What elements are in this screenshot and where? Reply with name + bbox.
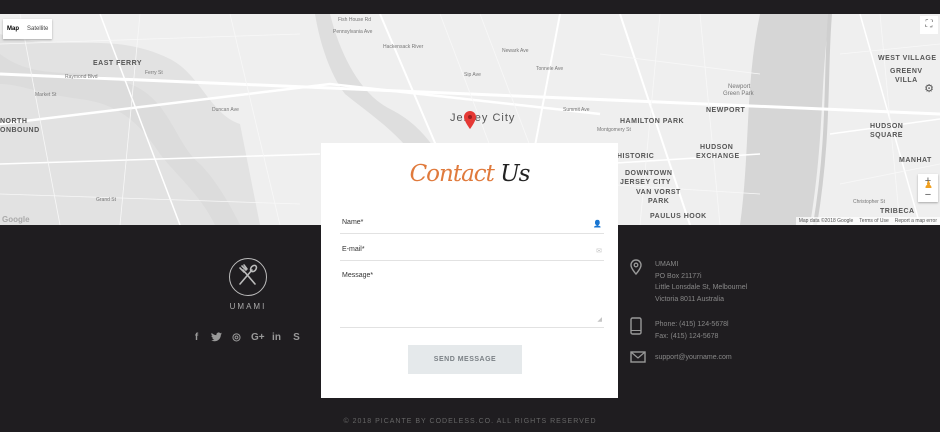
map-label: JERSEY CITY: [620, 179, 671, 186]
map-street: Market St: [35, 92, 57, 98]
map-label: PARK: [648, 198, 670, 205]
phone-text: Phone: (415) 124-5678l Fax: (415) 124-56…: [655, 319, 729, 342]
utensils-icon: [239, 264, 258, 285]
address-text: UMAMI PO Box 21177i Little Lonsdale St, …: [655, 259, 747, 305]
envelope-small-icon: ✉: [596, 248, 602, 255]
map-label: GREENV: [890, 68, 923, 75]
map-label: HAMILTON PARK: [620, 118, 685, 125]
copyright-text: © 2018 PICANTE BY CODELESS.CO. ALL RIGHT…: [343, 418, 597, 425]
email-link[interactable]: support@yourname.com: [655, 352, 732, 364]
map-street: Sip Ave: [464, 72, 481, 78]
contact-title-second: Us: [493, 161, 530, 187]
contact-card: Contact Us Name* 👤 E-mail* ✉ Message* ◢ …: [321, 143, 618, 398]
map-city-label: Jersey City: [450, 112, 516, 124]
address-block: UMAMI PO Box 21177i Little Lonsdale St, …: [630, 259, 747, 303]
facebook-icon[interactable]: f: [191, 332, 202, 345]
map-marker-icon: [630, 259, 642, 275]
brand-logo: [229, 258, 267, 296]
email-label: E-mail*: [342, 246, 365, 253]
map-label: EAST FERRY: [93, 60, 143, 67]
instagram-icon[interactable]: ◎: [231, 332, 242, 345]
map-street: Montgomery St: [597, 127, 631, 133]
map-label: PAULUS HOOK: [650, 213, 707, 220]
linkedin-icon[interactable]: in: [271, 332, 282, 345]
map-data-text: Map data ©2018 Google: [798, 218, 854, 224]
google-plus-icon[interactable]: G+: [251, 332, 265, 345]
gear-icon[interactable]: ⚙: [920, 80, 938, 98]
map-street: Duncan Ave: [212, 107, 239, 113]
map-label: HUDSON: [870, 123, 904, 130]
name-label: Name*: [342, 219, 364, 226]
map-type-map[interactable]: Map: [3, 19, 23, 39]
phone-block: Phone: (415) 124-5678l Fax: (415) 124-56…: [630, 317, 729, 340]
social-links: f ◎ G+ in S: [191, 332, 302, 345]
map-label: NORTH: [0, 118, 28, 125]
brand-name: UMAMI: [229, 302, 267, 311]
address-line: UMAMI: [655, 261, 679, 268]
map-label: NEWPORT: [706, 107, 746, 114]
map-attribution: Map data ©2018 Google Terms of Use Repor…: [795, 217, 940, 225]
map-street: Hackensack River: [383, 44, 424, 50]
report-error-link[interactable]: Report a map error: [895, 218, 937, 224]
map-street: Fish House Rd: [338, 17, 372, 23]
map-street: Raymond Blvd: [65, 74, 98, 80]
name-field[interactable]: Name* 👤: [340, 219, 604, 234]
map-street: Pennsylvania Ave: [333, 29, 373, 35]
google-logo: Google: [2, 215, 30, 224]
map-label: Green Park: [723, 91, 754, 97]
map-street: Summit Ave: [563, 107, 590, 113]
envelope-icon: [630, 351, 646, 363]
map-label: HUDSON: [700, 144, 734, 151]
map-label: VAN VORST: [636, 189, 681, 196]
map-type-toggle[interactable]: Map Satellite: [3, 19, 53, 39]
address-line: PO Box 21177i: [655, 272, 702, 280]
map-label: ONBOUND: [0, 127, 40, 134]
map-label: HISTORIC: [617, 153, 655, 160]
user-icon: 👤: [593, 221, 602, 228]
twitter-icon[interactable]: [211, 332, 222, 345]
map-street: Ferry St: [145, 70, 163, 76]
map-label: DOWNTOWN: [625, 170, 673, 177]
map-street: Grand St: [96, 197, 117, 203]
map-label: MANHAT: [899, 157, 932, 164]
map-label: WEST VILLAGE: [878, 55, 937, 62]
phone-line: Phone: (415) 124-5678l: [655, 321, 729, 328]
map-label: TRIBECA: [880, 208, 915, 215]
skype-icon[interactable]: S: [291, 332, 302, 345]
location-pin-icon[interactable]: [464, 111, 476, 129]
map-label: VILLA: [895, 77, 918, 84]
contact-title: Contact Us: [321, 161, 618, 187]
map-street: Christopher St: [853, 199, 885, 205]
contact-title-first: Contact: [409, 161, 495, 187]
map-type-satellite[interactable]: Satellite: [23, 19, 52, 39]
fullscreen-icon[interactable]: ⛶: [920, 16, 938, 34]
map-label: Newport: [728, 84, 751, 90]
message-field[interactable]: Message* ◢: [340, 272, 604, 328]
fax-line: Fax: (415) 124-5678: [655, 332, 719, 340]
map-street: Tonnele Ave: [536, 66, 564, 72]
terms-link[interactable]: Terms of Use: [859, 218, 888, 224]
resize-handle-icon[interactable]: ◢: [597, 316, 602, 323]
email-field[interactable]: E-mail* ✉: [340, 246, 604, 261]
map-street: Newark Ave: [502, 48, 529, 54]
send-message-button[interactable]: SEND MESSAGE: [408, 345, 522, 374]
map-label: SQUARE: [870, 132, 903, 139]
email-block: support@yourname.com: [630, 351, 732, 363]
address-line: Victoria 8011 Australia: [655, 295, 725, 303]
message-label: Message*: [342, 272, 374, 279]
mobile-phone-icon: [630, 317, 642, 335]
map-label: EXCHANGE: [696, 153, 740, 160]
top-bar: [0, 0, 940, 14]
pegman-icon[interactable]: ♟: [924, 180, 933, 191]
address-line: Little Lonsdale St, Melbournel: [655, 284, 748, 291]
